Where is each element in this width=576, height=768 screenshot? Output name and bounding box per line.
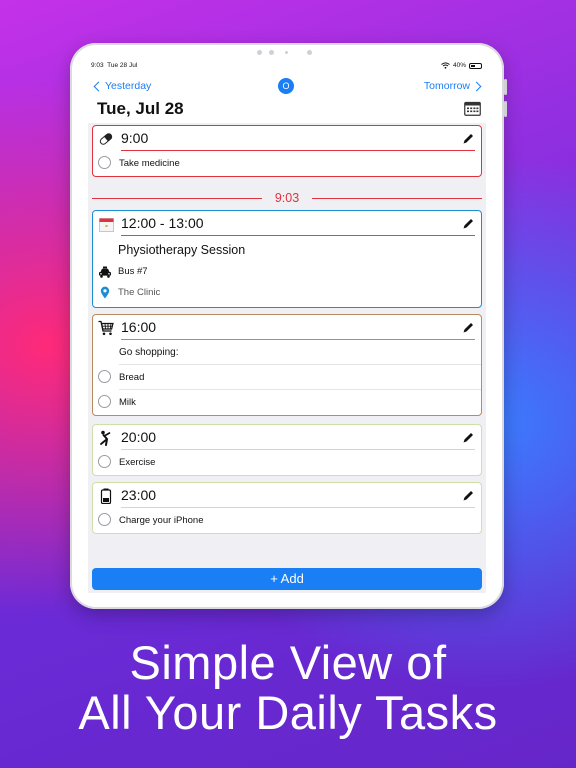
event-detail: Bus #7 [93,262,481,283]
stretching-icon [98,430,114,446]
today-button[interactable]: O [278,78,294,94]
taxi-icon [98,266,112,281]
volume-button [504,101,507,117]
edit-pencil-icon[interactable] [462,217,475,230]
task-time: 16:00 [121,319,157,335]
edit-pencil-icon[interactable] [462,132,475,145]
status-time-date: 9:03 Tue 28 Jul [91,62,138,69]
edit-pencil-icon[interactable] [462,489,475,502]
task-time: 9:00 [121,130,149,146]
page-title: Tue, Jul 28 [97,99,184,118]
status-bar: 9:03 Tue 28 Jul 40% [88,59,486,73]
checkbox[interactable] [98,395,111,408]
current-time-indicator: 9:03 [92,191,482,205]
event-title: Physiotherapy Session [118,243,246,257]
add-task-button[interactable]: + Add [92,568,482,590]
task-card-medicine[interactable]: 9:00 Take medicine [92,125,482,177]
battery-icon [469,62,482,69]
list-item: Milk [93,390,481,415]
wifi-icon [441,62,450,69]
task-card-exercise[interactable]: 20:00 Exercise [92,424,482,476]
camera-icon [285,51,288,54]
sensor-dot [307,50,312,55]
battery-icon [98,488,114,504]
chevron-right-icon [471,81,482,91]
list-heading: Go shopping: [93,340,481,365]
checkbox[interactable] [98,513,111,526]
checkbox[interactable] [98,455,111,468]
sensor-dot [257,50,262,55]
task-time: 20:00 [121,429,157,445]
edit-pencil-icon[interactable] [462,431,475,444]
list-item: Bread [93,365,481,390]
task-time: 23:00 [121,487,157,503]
checkbox[interactable] [98,370,111,383]
app-screen: 9:03 Tue 28 Jul 40% Yesterday O Tomorrow… [88,59,486,593]
task-list: 9:00 Take medicine 9:03 12:00 - 13:00 Ph… [88,123,486,593]
volume-button [504,79,507,95]
calendar-picker-icon[interactable] [464,101,481,116]
yesterday-button[interactable]: Yesterday [93,80,151,92]
cart-icon [98,320,114,336]
list-item: Charge your iPhone [93,508,481,533]
day-navigation: Yesterday O Tomorrow [88,76,486,96]
location-pin-icon [100,286,110,302]
tomorrow-button[interactable]: Tomorrow [424,80,482,92]
list-item: Exercise [93,450,481,475]
pill-icon [98,131,114,147]
calendar-icon [98,216,114,232]
task-time: 12:00 - 13:00 [121,215,204,231]
chevron-left-icon [93,81,104,91]
marketing-tagline: Simple View of All Your Daily Tasks [78,636,498,739]
sensor-dot [269,50,274,55]
task-card-shopping[interactable]: 16:00 Go shopping: Bread Milk [92,314,482,416]
ipad-frame: 9:03 Tue 28 Jul 40% Yesterday O Tomorrow… [70,43,507,609]
task-card-physiotherapy[interactable]: 12:00 - 13:00 Physiotherapy Session Bus … [92,210,482,308]
edit-pencil-icon[interactable] [462,321,475,334]
task-card-charge[interactable]: 23:00 Charge your iPhone [92,482,482,534]
checkbox[interactable] [98,156,111,169]
event-detail: The Clinic [93,283,481,304]
list-item: Take medicine [93,151,481,176]
battery-percent: 40% [452,62,466,69]
